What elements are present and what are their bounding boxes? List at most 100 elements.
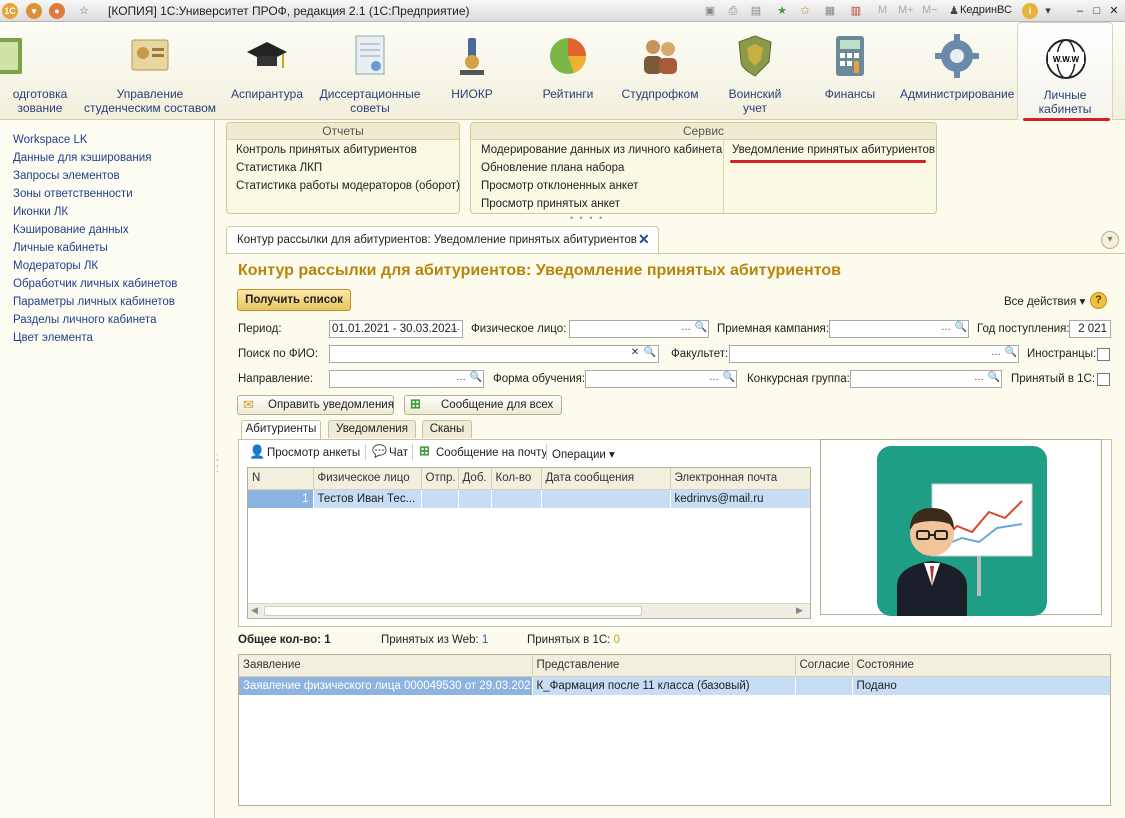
tab-notifications[interactable]: Уведомления <box>328 420 416 438</box>
fio-search-field[interactable] <box>329 345 659 363</box>
nav-item-account-sections[interactable]: Разделы личного кабинета <box>13 314 156 326</box>
col-consent[interactable]: Согласие <box>795 655 853 677</box>
col-representation[interactable]: Представление <box>532 655 796 677</box>
info-icon[interactable]: i <box>1022 3 1038 19</box>
minimize-icon[interactable]: – <box>1072 3 1088 19</box>
nav-item-accounts-handler[interactable]: Обработчик личных кабинетов <box>13 278 177 290</box>
foreigners-checkbox[interactable] <box>1097 348 1110 361</box>
scroll-left-icon[interactable]: ◀ <box>251 605 258 616</box>
operations-menu[interactable]: Операции ▾ <box>552 447 615 461</box>
preview-icon[interactable]: ▤ <box>748 3 764 19</box>
service-link-plan-update[interactable]: Обновление плана набора <box>481 162 624 174</box>
menu-dropdown-icon[interactable]: ▾ <box>26 3 42 19</box>
section-union[interactable]: Студпрофком <box>618 22 702 120</box>
info-dropdown-icon[interactable]: ▾ <box>1040 3 1056 19</box>
col-message-date[interactable]: Дата сообщения <box>541 468 671 490</box>
home-icon[interactable]: ● <box>49 3 65 19</box>
faculty-open-icon[interactable]: 🔍 <box>1004 346 1018 362</box>
search-icon[interactable]: 🔍 <box>643 346 657 362</box>
save-icon[interactable]: ▣ <box>702 3 718 19</box>
competition-group-open-icon[interactable]: 🔍 <box>987 371 1001 387</box>
col-count[interactable]: Кол-во <box>491 468 542 490</box>
direction-open-icon[interactable]: 🔍 <box>469 371 483 387</box>
scrollbar-thumb[interactable] <box>264 606 642 616</box>
col-person[interactable]: Физическое лицо <box>313 468 422 490</box>
section-finance[interactable]: Финансы <box>810 22 890 120</box>
maximize-icon[interactable]: □ <box>1089 3 1105 19</box>
print-icon[interactable]: ⎙ <box>725 3 741 19</box>
add-favorite-icon[interactable]: ★ <box>774 3 790 19</box>
get-list-button[interactable]: Получить список <box>237 289 351 311</box>
nav-item-element-queries[interactable]: Запросы элементов <box>13 170 120 182</box>
clear-icon[interactable]: ✕ <box>628 346 642 362</box>
report-link-lkp-stats[interactable]: Статистика ЛКП <box>236 162 322 174</box>
chat-button[interactable]: Чат <box>389 447 408 459</box>
nav-item-cache-data[interactable]: Данные для кэширования <box>13 152 151 164</box>
period-select-button[interactable]: … <box>448 321 462 337</box>
section-postgrad[interactable]: Аспирантура <box>222 22 312 120</box>
nav-item-lk-icons[interactable]: Иконки ЛК <box>13 206 68 218</box>
col-n[interactable]: N <box>248 468 314 490</box>
help-icon[interactable]: ? <box>1090 292 1107 309</box>
section-councils[interactable]: Диссертационные советы <box>316 22 424 120</box>
faculty-field[interactable] <box>729 345 1019 363</box>
competition-group-select-button[interactable]: … <box>972 371 986 387</box>
section-ratings[interactable]: Рейтинги <box>528 22 608 120</box>
memory-m-button[interactable]: M <box>878 4 887 16</box>
applicants-grid[interactable]: N Физическое лицо Отпр. Доб. Кол-во Дата… <box>247 467 811 619</box>
service-link-notify-accepted[interactable]: Уведомление принятых абитуриентов <box>732 144 935 156</box>
report-link-moderators-stats[interactable]: Статистика работы модераторов (оборот) <box>236 180 460 192</box>
study-form-select-button[interactable]: … <box>707 371 721 387</box>
faculty-select-button[interactable]: … <box>989 346 1003 362</box>
nav-item-data-caching[interactable]: Кэширование данных <box>13 224 129 236</box>
col-email[interactable]: Электронная почта <box>670 468 810 490</box>
section-military[interactable]: Воинский учет <box>712 22 798 120</box>
tab-scans[interactable]: Сканы <box>422 420 472 438</box>
col-added[interactable]: Доб. <box>458 468 492 490</box>
splitter-handle[interactable]: • • • • <box>570 213 604 223</box>
col-status[interactable]: Состояние <box>852 655 1110 677</box>
nav-item-lk-moderators[interactable]: Модераторы ЛК <box>13 260 98 272</box>
section-students[interactable]: Управление студенческим составом <box>84 22 216 120</box>
direction-select-button[interactable]: … <box>454 371 468 387</box>
applications-grid[interactable]: Заявление Представление Согласие Состоян… <box>238 654 1111 806</box>
nav-item-workspace-lk[interactable]: Workspace LK <box>13 134 88 146</box>
report-link-accepted-control[interactable]: Контроль принятых абитуриентов <box>236 144 417 156</box>
table-row[interactable]: Заявление физического лица 000049530 от … <box>239 676 1110 695</box>
period-field[interactable]: 01.01.2021 - 30.03.2021 <box>329 320 463 338</box>
campaign-open-icon[interactable]: 🔍 <box>954 321 968 337</box>
col-sent[interactable]: Отпр. <box>421 468 459 490</box>
nav-item-element-color[interactable]: Цвет элемента <box>13 332 93 344</box>
message-all-button[interactable]: ⊞ Сообщение для всех <box>404 395 562 415</box>
favorite-star-icon[interactable]: ☆ <box>76 3 92 19</box>
tab-applicants[interactable]: Абитуриенты <box>241 420 321 439</box>
user-name[interactable]: КедринВС <box>960 4 1012 16</box>
favorites-icon[interactable]: ✩ <box>797 3 813 19</box>
service-link-accepted[interactable]: Просмотр принятых анкет <box>481 198 620 210</box>
memory-minus-button[interactable]: M− <box>922 4 938 16</box>
1c-logo-icon[interactable]: 1С <box>2 3 18 19</box>
view-form-button[interactable]: Просмотр анкеты <box>267 447 360 459</box>
campaign-select-button[interactable]: … <box>939 321 953 337</box>
section-personal-accounts[interactable]: W.W.W Личные кабинеты <box>1017 22 1113 120</box>
service-link-moderation[interactable]: Модерирование данных из личного кабинета <box>481 144 722 156</box>
accepted-1c-checkbox[interactable] <box>1097 373 1110 386</box>
splitter-handle[interactable]: ⁚ ⁚ ⁚ <box>216 454 222 485</box>
year-field[interactable]: 2 021 <box>1069 320 1111 338</box>
section-admin[interactable]: Администрирование <box>900 22 1014 120</box>
memory-plus-button[interactable]: M+ <box>898 4 914 16</box>
all-actions-menu[interactable]: Все действия ▾ <box>1004 294 1085 308</box>
person-open-icon[interactable]: 🔍 <box>694 321 708 337</box>
close-window-icon[interactable]: ✕ <box>1106 3 1122 19</box>
tabs-menu-icon[interactable]: ▾ <box>1101 231 1119 249</box>
scroll-right-icon[interactable]: ▶ <box>796 605 803 616</box>
table-row[interactable]: 1 Тестов Иван Тес... kedrinvs@mail.ru <box>248 489 810 508</box>
section-training[interactable]: одготовка зование <box>0 22 80 120</box>
nav-item-accounts-params[interactable]: Параметры личных кабинетов <box>13 296 175 308</box>
study-form-open-icon[interactable]: 🔍 <box>722 371 736 387</box>
section-research[interactable]: НИОКР <box>432 22 512 120</box>
send-notifications-button[interactable]: ✉ Оправить уведомления <box>237 395 394 415</box>
nav-item-personal-accounts[interactable]: Личные кабинеты <box>13 242 108 254</box>
calendar-icon[interactable]: ▥ <box>848 3 864 19</box>
col-application[interactable]: Заявление <box>239 655 533 677</box>
